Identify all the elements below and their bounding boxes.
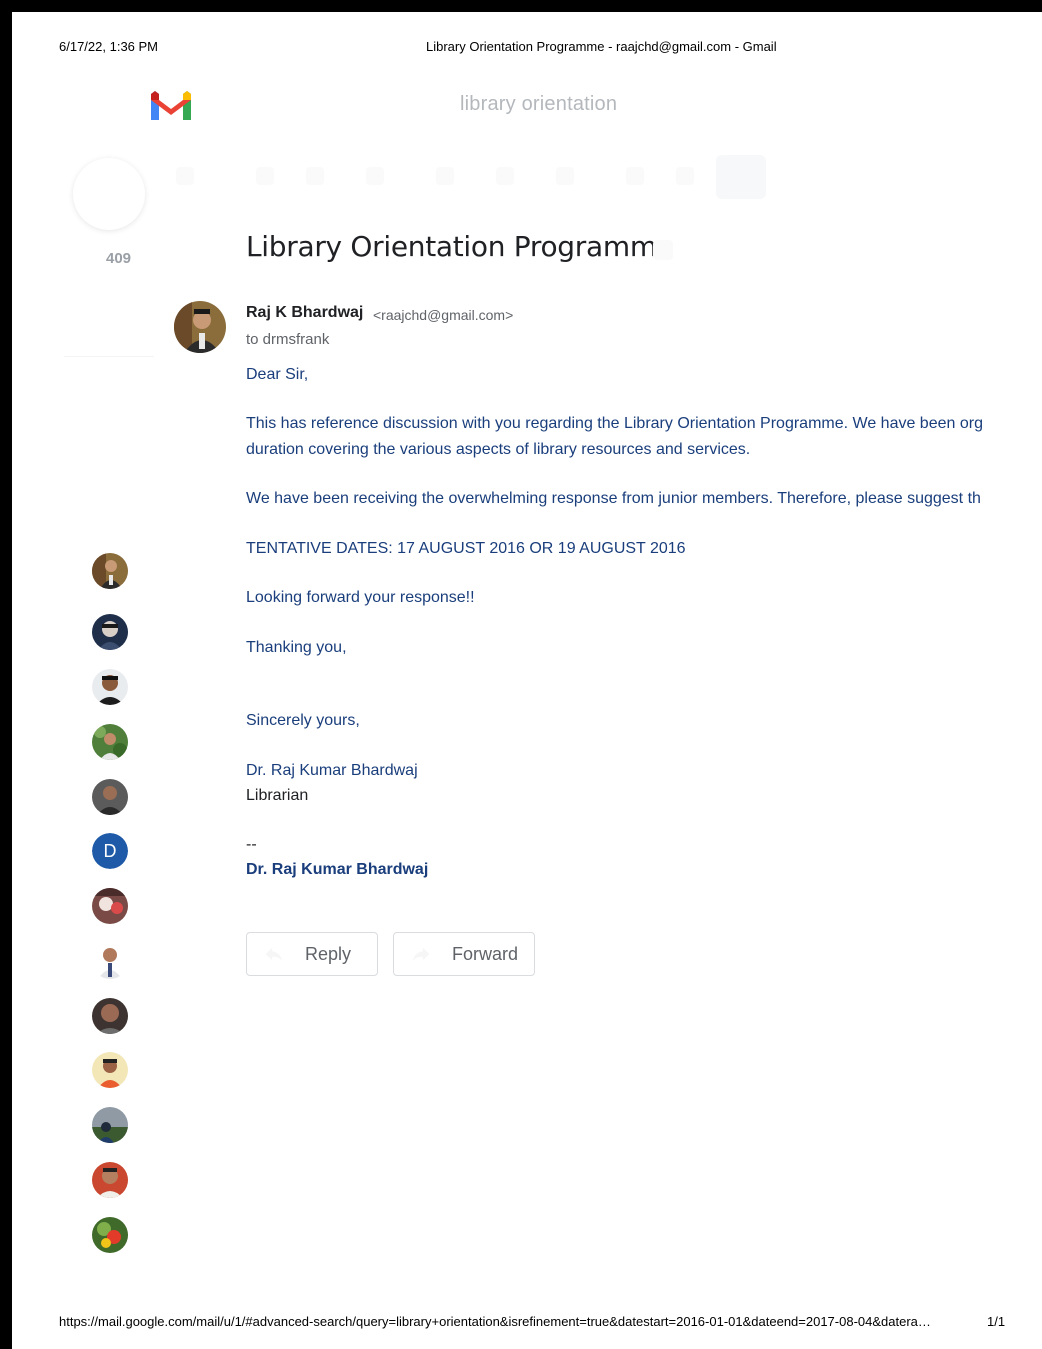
contact-avatar[interactable] bbox=[92, 724, 128, 760]
toolbar-icon[interactable] bbox=[676, 167, 694, 185]
toolbar-icon[interactable] bbox=[496, 167, 514, 185]
toolbar bbox=[176, 155, 776, 199]
contact-avatar[interactable] bbox=[92, 669, 128, 705]
email-paragraph: We have been receiving the overwhelming … bbox=[246, 490, 981, 507]
forward-label: Forward bbox=[452, 943, 519, 964]
contact-avatar[interactable] bbox=[92, 888, 128, 924]
sidebar-divider bbox=[64, 356, 154, 357]
email-looking-forward: Looking forward your response!! bbox=[246, 589, 475, 606]
signature-name: Dr. Raj Kumar Bhardwaj bbox=[246, 762, 418, 779]
print-page-title: Library Orientation Programme - raajchd@… bbox=[426, 39, 777, 54]
contact-avatar[interactable] bbox=[92, 1162, 128, 1198]
signature-separator: -- bbox=[246, 836, 257, 853]
sender-name: Raj K Bhardwaj bbox=[246, 304, 364, 321]
email-paragraph-line: duration covering the various aspects of… bbox=[246, 441, 751, 458]
toolbar-icon[interactable] bbox=[306, 167, 324, 185]
contact-avatar[interactable] bbox=[92, 1217, 128, 1253]
reply-icon bbox=[265, 947, 283, 962]
toolbar-icon[interactable] bbox=[256, 167, 274, 185]
email-thanking: Thanking you, bbox=[246, 639, 347, 656]
contact-avatar[interactable] bbox=[92, 779, 128, 815]
compose-button[interactable] bbox=[73, 158, 145, 230]
contact-avatar[interactable] bbox=[92, 1107, 128, 1143]
label-icon[interactable] bbox=[653, 240, 673, 260]
search-input[interactable]: library orientation bbox=[460, 93, 617, 116]
email-subject: Library Orientation Programme bbox=[246, 230, 674, 263]
print-datetime: 6/17/22, 1:36 PM bbox=[59, 39, 159, 54]
contact-avatar[interactable] bbox=[92, 943, 128, 979]
email-dates: TENTATIVE DATES: 17 AUGUST 2016 OR 19 AU… bbox=[246, 540, 686, 557]
contact-avatar-initial: D bbox=[103, 840, 117, 861]
email-paragraph-line: This has reference discussion with you r… bbox=[246, 415, 983, 432]
reply-button[interactable]: Reply bbox=[246, 932, 378, 976]
sender-email: <raajchd@gmail.com> bbox=[373, 307, 514, 323]
toolbar-icon[interactable] bbox=[436, 167, 454, 185]
toolbar-icon[interactable] bbox=[556, 167, 574, 185]
inbox-unread-count: 409 bbox=[106, 250, 132, 267]
contact-avatar[interactable] bbox=[92, 614, 128, 650]
contact-avatar[interactable] bbox=[92, 1052, 128, 1088]
signature-title: Librarian bbox=[246, 787, 309, 804]
print-url: https://mail.google.com/mail/u/1/#advanc… bbox=[59, 1314, 931, 1329]
toolbar-icon[interactable] bbox=[176, 167, 194, 185]
toolbar-icon[interactable] bbox=[366, 167, 384, 185]
toolbar-button[interactable] bbox=[716, 155, 766, 199]
reply-label: Reply bbox=[305, 943, 352, 964]
sender-avatar[interactable] bbox=[174, 301, 226, 353]
contact-avatar-letter[interactable]: D bbox=[92, 833, 128, 869]
print-frame-top bbox=[0, 0, 1042, 12]
contact-avatar[interactable] bbox=[92, 998, 128, 1034]
print-frame-left bbox=[0, 0, 12, 1349]
recipient-line[interactable]: to drmsfrank bbox=[246, 331, 329, 348]
email-greeting: Dear Sir, bbox=[246, 366, 309, 383]
email-closing: Sincerely yours, bbox=[246, 712, 360, 729]
gmail-logo-icon[interactable] bbox=[148, 86, 194, 122]
forward-button[interactable]: Forward bbox=[393, 932, 535, 976]
toolbar-icon[interactable] bbox=[626, 167, 644, 185]
signature-bold-name: Dr. Raj Kumar Bhardwaj bbox=[246, 861, 429, 878]
forward-icon bbox=[412, 947, 430, 962]
print-page-number: 1/1 bbox=[987, 1314, 1006, 1329]
contact-avatar[interactable] bbox=[92, 553, 128, 589]
